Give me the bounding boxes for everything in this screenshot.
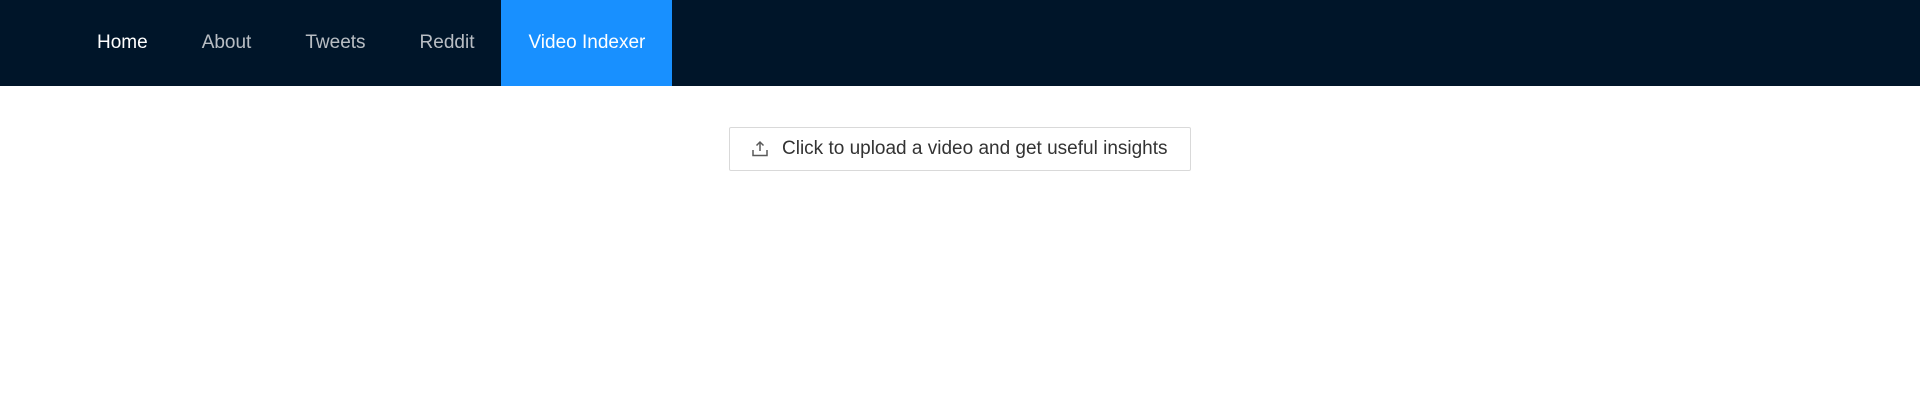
nav-item-label: Tweets (305, 32, 366, 53)
nav-item-label: Reddit (419, 32, 475, 53)
nav-item-label: Video Indexer (528, 32, 646, 53)
nav-item-video-indexer[interactable]: Video Indexer (501, 0, 673, 86)
main-content: Click to upload a video and get useful i… (0, 86, 1920, 420)
nav-item-home[interactable]: Home (70, 0, 175, 86)
upload-button-label: Click to upload a video and get useful i… (782, 138, 1168, 159)
top-navigation-bar: Home About Tweets Reddit Video Indexer (0, 0, 1920, 86)
nav-item-tweets[interactable]: Tweets (278, 0, 392, 86)
upload-icon (750, 139, 770, 159)
nav-item-about[interactable]: About (175, 0, 279, 86)
upload-video-button[interactable]: Click to upload a video and get useful i… (729, 127, 1191, 171)
nav-item-label: Home (97, 32, 148, 53)
nav-item-label: About (201, 32, 252, 53)
nav-item-reddit[interactable]: Reddit (393, 0, 502, 86)
